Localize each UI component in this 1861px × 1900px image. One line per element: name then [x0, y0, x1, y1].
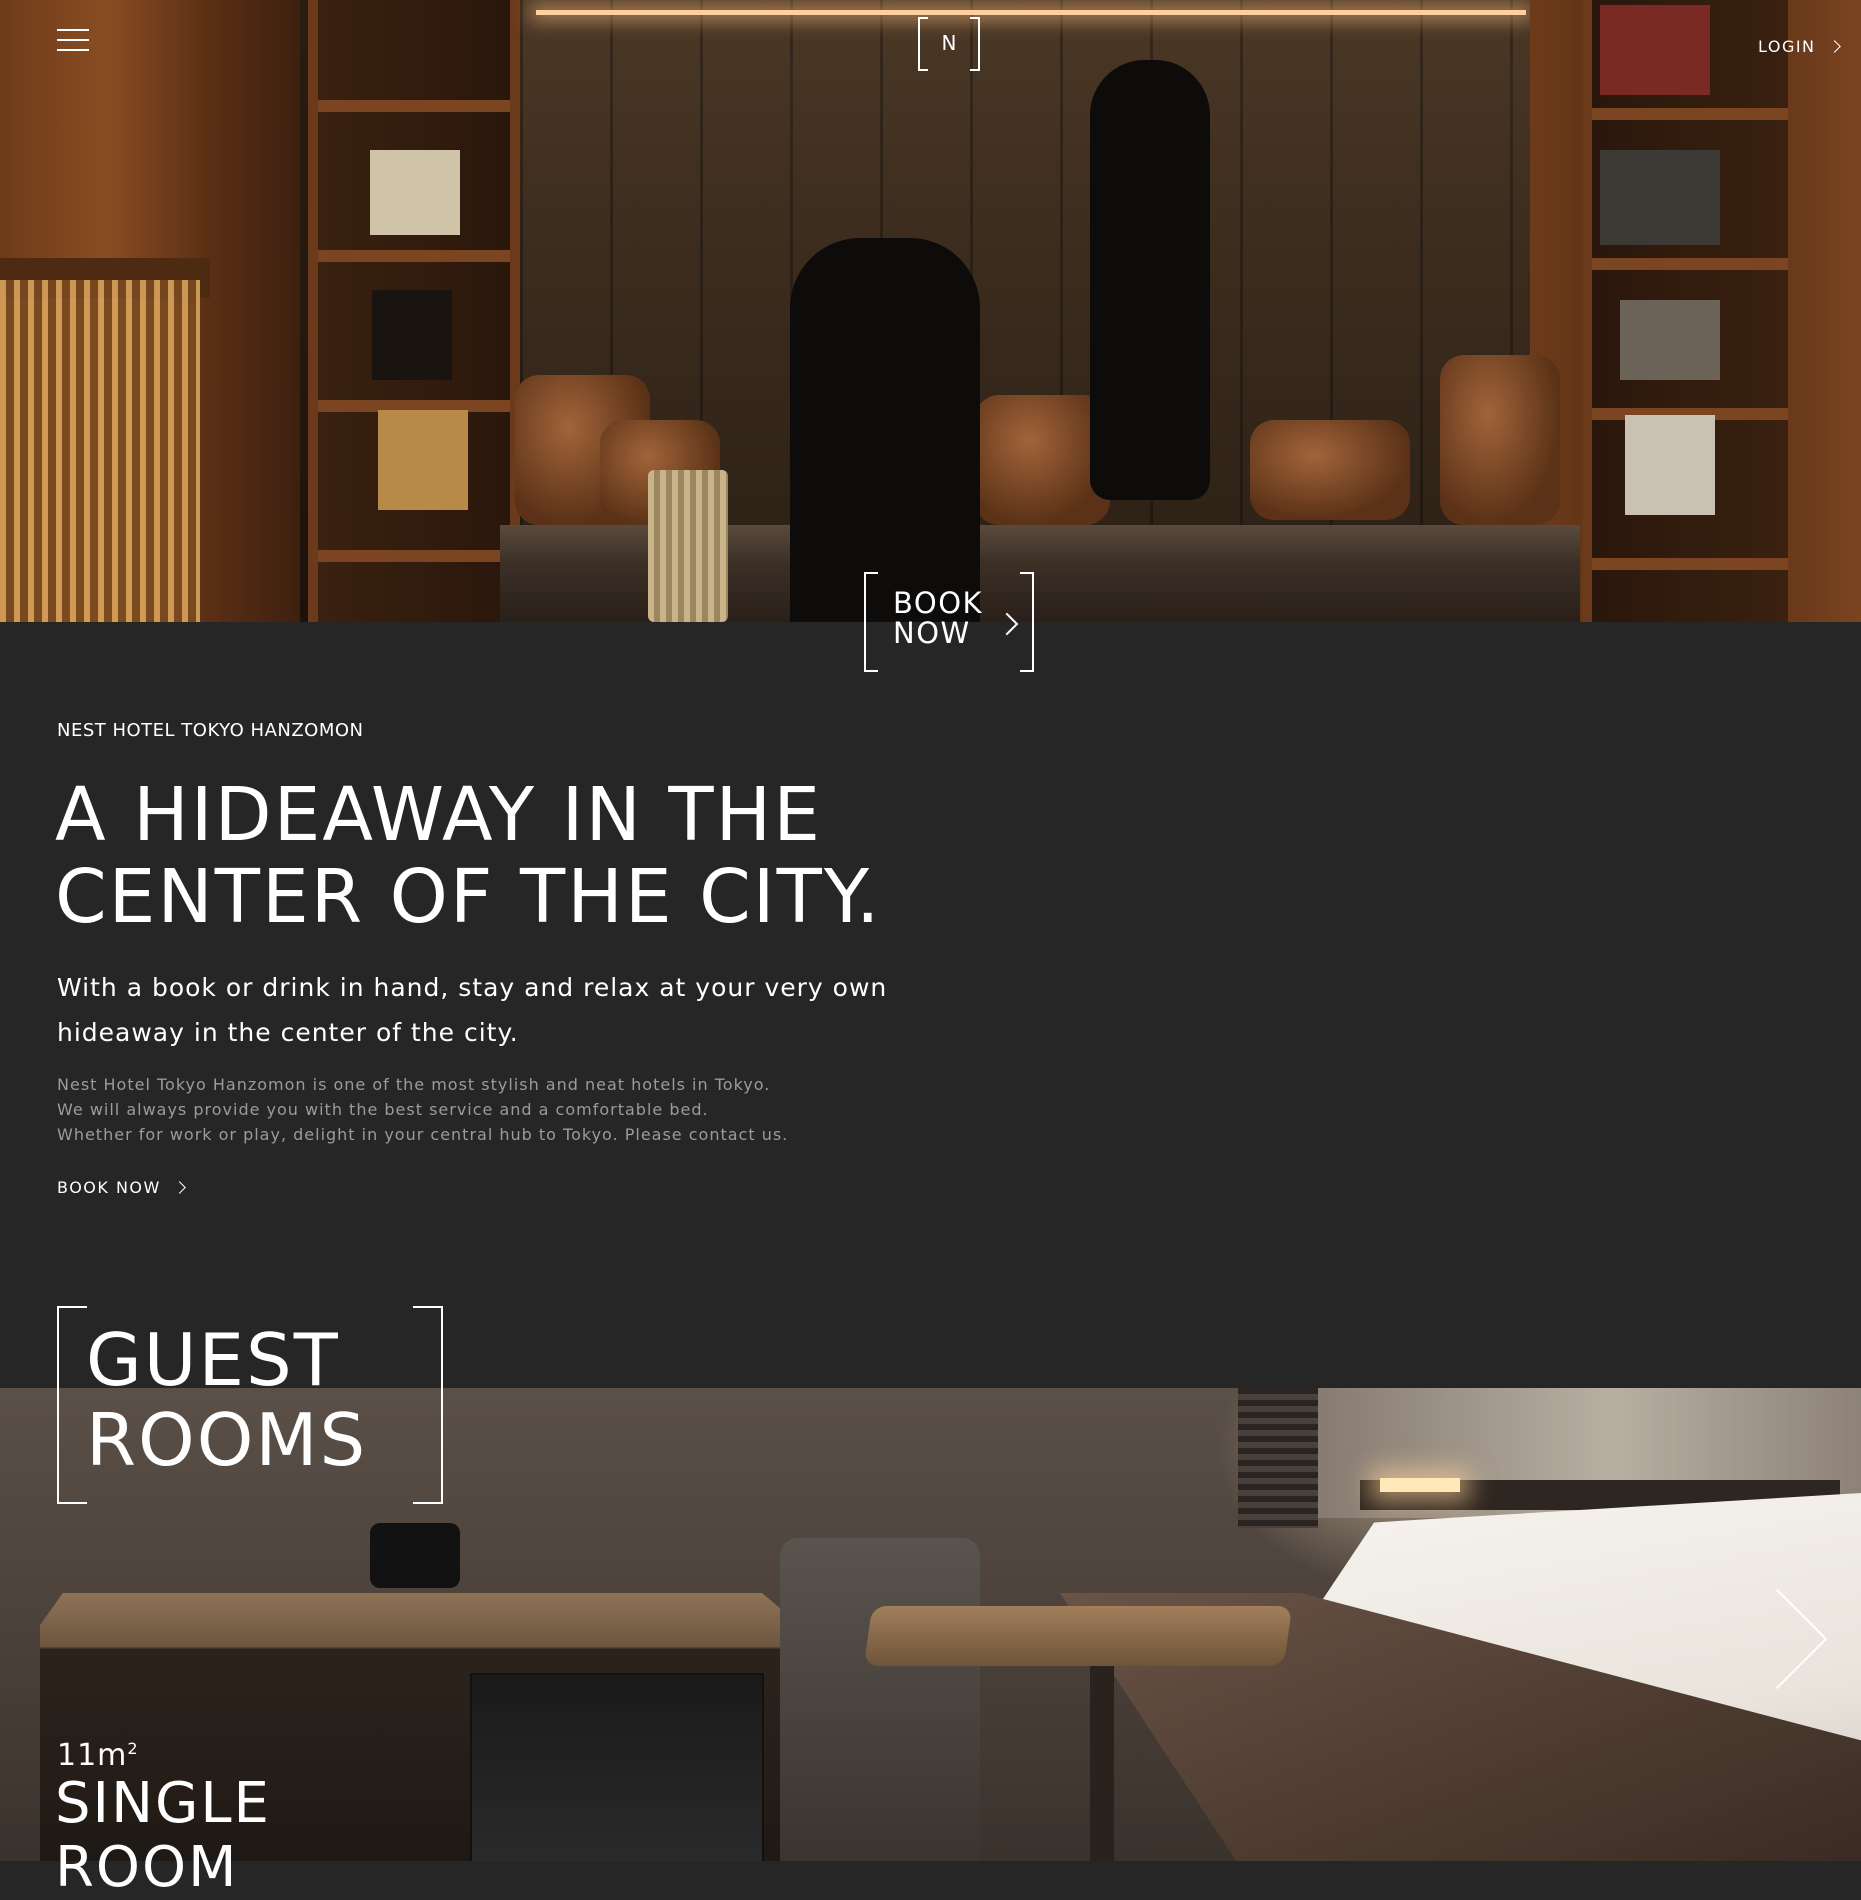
room-name-line2: ROOM: [55, 1835, 239, 1900]
login-label: LOGIN: [1758, 37, 1816, 56]
guest-rooms-heading: GUEST ROOMS: [86, 1320, 436, 1480]
hero-photo-light-strip: [536, 10, 1526, 15]
hero-photo-book: [1600, 150, 1720, 245]
bracket-corner: [1020, 670, 1032, 672]
lead-paragraph: With a book or drink in hand, stay and r…: [57, 965, 957, 1055]
hero-photo-book: [372, 290, 452, 380]
room-photo-telephone: [370, 1523, 460, 1588]
room-photo-minibar: [470, 1673, 764, 1861]
bracket-corner: [413, 1306, 441, 1308]
menu-button[interactable]: [57, 29, 89, 53]
book-now-line1: BOOK: [893, 586, 984, 620]
hero-section: [0, 0, 1861, 622]
logo-letter: N: [941, 31, 957, 55]
hotel-name-eyebrow: NEST HOTEL TOKYO HANZOMON: [57, 720, 364, 741]
room-size-unit: 2: [127, 1739, 139, 1758]
room-photo-window-blind: [1238, 1388, 1318, 1528]
book-now-label: BOOK NOW: [893, 588, 1003, 648]
hero-photo-book: [370, 150, 460, 235]
hero-photo-book: [1625, 415, 1715, 515]
bracket-corner: [1020, 572, 1032, 574]
guest-rooms-line2: ROOMS: [86, 1398, 368, 1482]
page-headline: A HIDEAWAY IN THE CENTER OF THE CITY.: [55, 774, 1055, 938]
hotel-logo[interactable]: N: [918, 17, 980, 71]
lead-line2: hideaway in the center of the city.: [57, 1018, 519, 1047]
headline-line1: A HIDEAWAY IN THE: [55, 772, 822, 858]
hero-photo-seated-man: [790, 238, 980, 622]
hero-photo-book: [1620, 300, 1720, 380]
hamburger-menu-icon-line: [57, 39, 89, 41]
hamburger-menu-icon-line: [57, 49, 89, 51]
room-photo-table-leg: [1090, 1663, 1114, 1861]
body-paragraph: Nest Hotel Tokyo Hanzomon is one of the …: [57, 1072, 957, 1147]
hero-photo-book: [378, 410, 468, 510]
hero-photo-cushion: [1440, 355, 1560, 525]
book-now-line2: NOW: [893, 616, 971, 650]
room-photo-side-table: [863, 1606, 1293, 1666]
book-now-button[interactable]: BOOK NOW: [864, 572, 1034, 672]
guest-rooms-line1: GUEST: [86, 1318, 340, 1402]
bracket-corner: [59, 1306, 87, 1308]
hero-photo-book: [1600, 5, 1710, 95]
hamburger-menu-icon: [57, 29, 89, 31]
body-line1: Nest Hotel Tokyo Hanzomon is one of the …: [57, 1075, 771, 1094]
chevron-right-icon: [1827, 40, 1841, 53]
body-line3: Whether for work or play, delight in you…: [57, 1125, 789, 1144]
body-line2: We will always provide you with the best…: [57, 1100, 709, 1119]
hero-photo-cushion: [1250, 420, 1410, 520]
bracket-corner: [866, 572, 878, 574]
room-size-value: 11m: [57, 1738, 128, 1773]
book-now-link[interactable]: BOOK NOW: [57, 1178, 186, 1197]
room-name-line1: SINGLE: [55, 1771, 271, 1836]
hero-photo-window-slats: [0, 280, 200, 622]
hero-photo-standing-woman: [1090, 60, 1210, 500]
book-now-link-label: BOOK NOW: [57, 1178, 161, 1197]
login-link[interactable]: LOGIN: [1758, 37, 1841, 56]
bracket-corner: [59, 1502, 87, 1504]
lead-line1: With a book or drink in hand, stay and r…: [57, 973, 888, 1002]
room-size: 11m2: [57, 1738, 139, 1773]
room-name[interactable]: SINGLE ROOM: [55, 1772, 455, 1900]
bracket-corner: [866, 670, 878, 672]
slider-next-button[interactable]: [1770, 1580, 1830, 1700]
guest-rooms-heading-frame: GUEST ROOMS: [57, 1306, 443, 1504]
bracket-corner: [413, 1502, 441, 1504]
hero-photo-suitcase: [648, 470, 728, 622]
room-photo-reading-light: [1380, 1478, 1460, 1492]
room-photo-armchair: [780, 1538, 980, 1861]
chevron-right-icon: [172, 1181, 186, 1194]
headline-line2: CENTER OF THE CITY.: [55, 854, 882, 940]
